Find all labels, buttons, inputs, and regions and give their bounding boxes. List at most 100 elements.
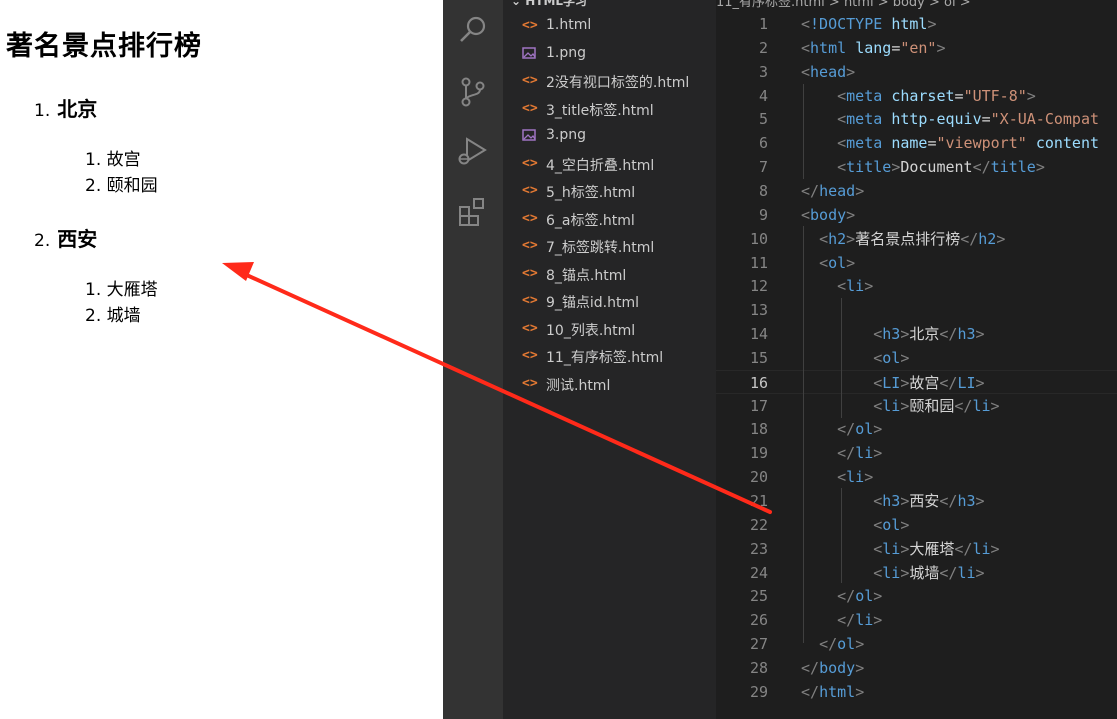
- file-item[interactable]: <> 6_a标签.html: [503, 207, 716, 234]
- extensions-icon[interactable]: [457, 196, 489, 228]
- search-icon[interactable]: [457, 14, 489, 46]
- code-text: <html lang="en">: [801, 38, 946, 57]
- line-number: 27: [749, 635, 768, 654]
- html-file-icon: <>: [522, 375, 538, 391]
- code-line[interactable]: 13: [716, 298, 1117, 322]
- html-file-icon: <>: [522, 265, 538, 281]
- code-text: <li>城墙</li>: [873, 563, 985, 582]
- html-file-icon: <>: [522, 238, 538, 253]
- code-text: </head>: [801, 181, 865, 200]
- file-item[interactable]: <> 2没有视口标签的.html: [503, 69, 716, 96]
- line-number: 9: [758, 205, 768, 224]
- code-text: <ol>: [873, 515, 910, 534]
- code-editor[interactable]: 11_有序标签.html > html > body > ol > 1 <!DOC…: [716, 0, 1117, 719]
- folder-header[interactable]: ⌄ HTML学习: [511, 0, 587, 9]
- page-title: 著名景点排行榜: [6, 31, 202, 62]
- code-line[interactable]: 19 </li>: [716, 441, 1117, 465]
- file-name: 11_有序标签.html: [546, 350, 664, 366]
- indent-guide: [803, 84, 804, 179]
- line-number: 5: [758, 110, 768, 129]
- indent-guide: [841, 298, 842, 418]
- code-line[interactable]: 14 <h3>北京</h3>: [716, 322, 1117, 346]
- file-item[interactable]: <> 10_列表.html: [503, 317, 716, 344]
- file-item[interactable]: <> 3_title标签.html: [503, 97, 716, 124]
- code-line[interactable]: 25 </ol>: [716, 584, 1117, 608]
- image-file-icon: [522, 46, 538, 62]
- list-number: 1.: [85, 280, 102, 300]
- image-file-icon: [522, 128, 538, 144]
- code-line[interactable]: 16 <LI>故宫</LI>: [716, 369, 1117, 394]
- code-text: </li>: [837, 444, 883, 463]
- html-file-icon: <>: [522, 73, 538, 88]
- code-line[interactable]: 15 <ol>: [716, 346, 1117, 370]
- code-text: <h2>著名景点排行榜</h2>: [819, 229, 1006, 248]
- code-line[interactable]: 23 <li>大雁塔</li>: [716, 537, 1117, 561]
- file-item[interactable]: <> 8_锚点.html: [503, 262, 716, 289]
- code-line[interactable]: 29 </html>: [716, 680, 1117, 704]
- list-item-xian: 2. 西安: [34, 223, 97, 252]
- list-number: 1.: [85, 150, 102, 170]
- list-item: 1. 大雁塔: [85, 275, 158, 300]
- line-number: 14: [749, 325, 768, 344]
- html-file-icon: <>: [522, 293, 538, 308]
- code-line[interactable]: 27 </ol>: [716, 632, 1117, 656]
- file-name: 5_h标签.html: [546, 185, 636, 201]
- run-debug-icon[interactable]: [457, 135, 489, 167]
- code-text: </li>: [837, 611, 883, 630]
- file-item[interactable]: <> 9_锚点id.html: [503, 289, 716, 316]
- code-text: <LI>故宫</LI>: [873, 373, 985, 392]
- line-number: 11: [749, 253, 768, 272]
- line-number: 15: [749, 348, 768, 367]
- file-item[interactable]: 1.png: [503, 42, 716, 69]
- line-number: 26: [749, 611, 768, 630]
- file-item[interactable]: <> 测试.html: [503, 372, 716, 399]
- code-line[interactable]: 11 <ol>: [716, 251, 1117, 275]
- file-explorer: ⌄ HTML学习 <> 1.html 1.png <> 2没有视口标签的.html <> 3…: [503, 0, 716, 719]
- code-text: <head>: [801, 62, 856, 81]
- html-file-icon: <>: [522, 348, 538, 363]
- code-line[interactable]: 2 <html lang="en">: [716, 36, 1117, 60]
- code-text: <li>: [837, 277, 874, 296]
- code-line[interactable]: 22 <ol>: [716, 513, 1117, 537]
- source-control-icon[interactable]: [457, 76, 489, 108]
- line-number: 16: [749, 373, 768, 392]
- file-item[interactable]: <> 1.html: [503, 14, 716, 41]
- line-number: 6: [758, 134, 768, 153]
- code-line[interactable]: 9 <body>: [716, 203, 1117, 227]
- code-text: <ol>: [819, 253, 856, 272]
- code-line[interactable]: 4 <meta charset="UTF-8">: [716, 84, 1117, 108]
- line-number: 2: [758, 38, 768, 57]
- code-line[interactable]: 18 </ol>: [716, 417, 1117, 441]
- code-line[interactable]: 10 <h2>著名景点排行榜</h2>: [716, 227, 1117, 251]
- code-line[interactable]: 21 <h3>西安</h3>: [716, 489, 1117, 513]
- file-item[interactable]: 3.png: [503, 124, 716, 151]
- code-line[interactable]: 24 <li>城墙</li>: [716, 561, 1117, 585]
- line-number: 22: [749, 515, 768, 534]
- list-item-label: 颐和园: [106, 176, 158, 196]
- code-text: <title>Document</title>: [837, 158, 1045, 177]
- code-line[interactable]: 8 </head>: [716, 179, 1117, 203]
- html-file-icon: <>: [522, 183, 538, 198]
- breadcrumb[interactable]: 11_有序标签.html > html > body > ol >: [716, 0, 1117, 9]
- code-line[interactable]: 3 <head>: [716, 60, 1117, 84]
- list-number: 1.: [34, 101, 51, 121]
- file-item[interactable]: <> 4_空白折叠.html: [503, 152, 716, 179]
- line-number: 19: [749, 444, 768, 463]
- code-line[interactable]: 5 <meta http-equiv="X-UA-Compat: [716, 107, 1117, 131]
- code-line[interactable]: 28 </body>: [716, 656, 1117, 680]
- code-line[interactable]: 26 </li>: [716, 608, 1117, 632]
- code-line[interactable]: 12 <li>: [716, 274, 1117, 298]
- code-line[interactable]: 17 <li>颐和园</li>: [716, 394, 1117, 418]
- file-item[interactable]: <> 7_标签跳转.html: [503, 234, 716, 261]
- code-line[interactable]: 1 <!DOCTYPE html>: [716, 12, 1117, 36]
- line-number: 13: [749, 301, 768, 320]
- activity-bar: [443, 0, 503, 719]
- code-text: <h3>北京</h3>: [873, 325, 985, 344]
- line-number: 21: [749, 492, 768, 510]
- file-item[interactable]: <> 11_有序标签.html: [503, 344, 716, 371]
- code-text: </body>: [801, 658, 865, 677]
- file-item[interactable]: <> 5_h标签.html: [503, 179, 716, 206]
- code-line[interactable]: 20 <li>: [716, 465, 1117, 489]
- code-line[interactable]: 7 <title>Document</title>: [716, 155, 1117, 179]
- code-line[interactable]: 6 <meta name="viewport" content: [716, 131, 1117, 155]
